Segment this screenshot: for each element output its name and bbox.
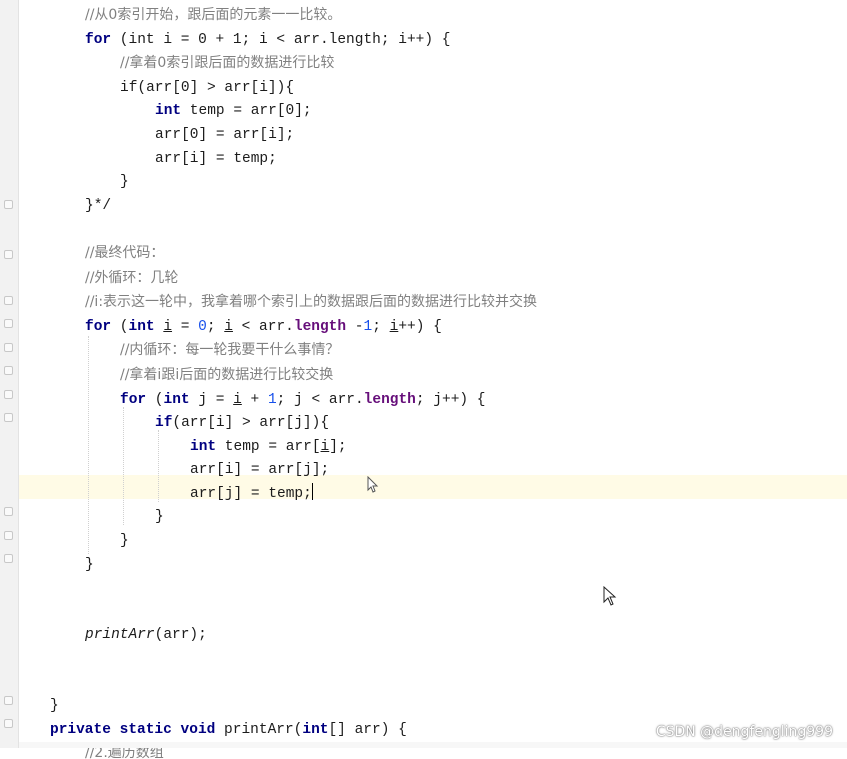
code-editor[interactable]: //从0索引开始，跟后面的元素一一比较。 for (int i = 0 + 1;…: [50, 4, 537, 759]
code-text: }: [155, 509, 164, 526]
keyword-void: void: [180, 721, 216, 738]
fold-marker[interactable]: [4, 319, 13, 328]
keyword-int: int: [155, 103, 182, 120]
code-comment: //i:表示这一轮中，我拿着哪个索引上的数据跟后面的数据进行比较并交换: [85, 294, 538, 311]
number-literal: 0: [198, 318, 207, 335]
code-comment: //拿着0索引跟后面的数据进行比较: [120, 55, 335, 72]
method-call: printArr: [85, 627, 155, 644]
code-text: }: [120, 174, 129, 191]
editor-bottom-edge: [19, 742, 847, 748]
code-text: arr[i] = arr[j];: [190, 462, 330, 479]
watermark: CSDN @dengfengling999: [655, 724, 833, 740]
fold-marker[interactable]: [4, 343, 13, 352]
field-length: length: [293, 318, 347, 335]
loop-variable: i: [389, 318, 399, 335]
code-text: arr[j] = temp;: [190, 485, 312, 502]
fold-marker[interactable]: [4, 413, 13, 422]
code-text: ];: [329, 438, 347, 455]
keyword-for: for: [85, 31, 112, 48]
keyword-for: for: [120, 391, 147, 408]
code-text: }: [85, 556, 94, 573]
code-comment: //最终代码：: [85, 244, 165, 261]
code-text: printArr(: [215, 721, 303, 738]
code-text: ;: [206, 318, 225, 335]
code-text: ;: [372, 318, 390, 335]
code-text: temp = arr[0];: [181, 103, 312, 120]
code-text: [] arr) {: [328, 721, 407, 738]
code-text: }: [50, 698, 59, 715]
keyword-int: int: [163, 391, 190, 408]
fold-marker[interactable]: [4, 200, 13, 209]
field-length: length: [363, 391, 416, 408]
fold-marker[interactable]: [4, 696, 13, 705]
code-comment: //内循环：每一轮我要干什么事情？: [120, 342, 340, 359]
fold-marker[interactable]: [4, 531, 13, 540]
code-text: temp = arr[: [216, 438, 321, 455]
fold-marker[interactable]: [4, 250, 13, 259]
keyword-int: int: [190, 438, 217, 455]
code-text: ; j++) {: [415, 391, 486, 408]
keyword-if: if: [155, 415, 173, 432]
keyword-private: private: [50, 721, 111, 738]
code-text: (: [111, 318, 129, 335]
code-text: < arr.: [232, 318, 294, 335]
code-text: (int i = 0 + 1; i < arr.length; i++) {: [111, 31, 451, 48]
ibeam-cursor-icon: [367, 476, 379, 493]
fold-marker[interactable]: [4, 296, 13, 305]
code-text: ; j < arr.: [276, 391, 364, 408]
loop-variable: i: [163, 318, 173, 335]
code-text: if(arr[0] > arr[i]){: [120, 79, 295, 96]
number-literal: 1: [363, 318, 373, 335]
loop-variable: i: [233, 391, 242, 408]
code-text: j =: [189, 391, 234, 408]
code-text: }*/: [85, 197, 112, 214]
editor-gutter: [0, 0, 19, 748]
loop-variable: i: [224, 318, 233, 335]
mouse-pointer-icon: [603, 586, 617, 606]
code-text: arr[i] = temp;: [155, 150, 277, 167]
loop-variable: i: [320, 438, 330, 455]
keyword-for: for: [85, 318, 112, 335]
code-text: (: [146, 391, 164, 408]
text-caret: [311, 482, 313, 500]
number-literal: 1: [267, 391, 277, 408]
code-text: arr[0] = arr[i];: [155, 126, 295, 143]
code-text: ++) {: [398, 318, 442, 335]
code-comment: //外循环：几轮: [85, 269, 179, 286]
code-text: (arr[i] > arr[j]){: [172, 415, 330, 432]
code-text: +: [241, 391, 268, 408]
code-text: =: [172, 318, 199, 335]
fold-marker[interactable]: [4, 554, 13, 563]
code-text: -: [346, 318, 364, 335]
fold-marker[interactable]: [4, 507, 13, 516]
fold-marker[interactable]: [4, 366, 13, 375]
code-comment: //拿着i跟i后面的数据进行比较交换: [120, 366, 334, 383]
fold-marker[interactable]: [4, 719, 13, 728]
code-text: (arr);: [154, 627, 207, 644]
keyword-int: int: [302, 721, 329, 738]
fold-marker[interactable]: [4, 390, 13, 399]
keyword-static: static: [119, 721, 172, 738]
code-text: }: [120, 533, 129, 550]
keyword-int: int: [128, 318, 155, 335]
code-comment: //从0索引开始，跟后面的元素一一比较。: [85, 7, 342, 23]
